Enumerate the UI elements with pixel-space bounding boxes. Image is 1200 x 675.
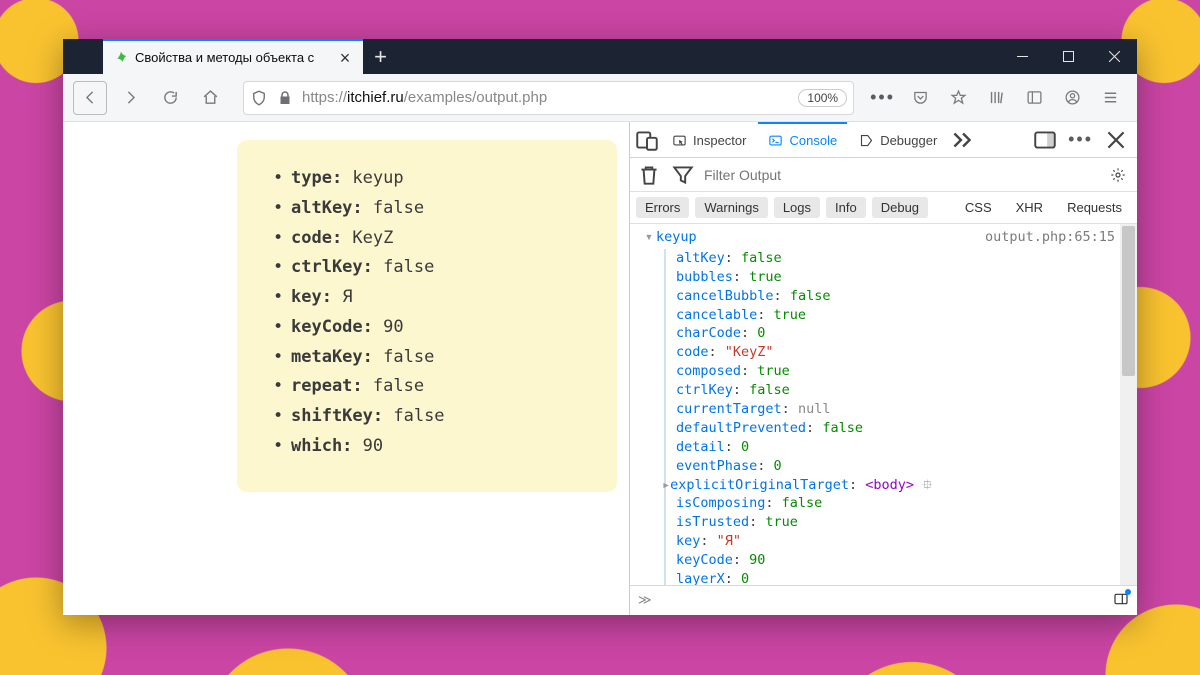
console-property: bubbles: true: [676, 268, 1137, 287]
sidebar-icon[interactable]: [1017, 81, 1051, 115]
console-property: cancelBubble: false: [676, 287, 1137, 306]
browser-window: Свойства и методы объекта с × + https://…: [63, 39, 1137, 615]
event-source-link[interactable]: output.php:65:15: [985, 228, 1137, 247]
event-summary-item: shiftKey: false: [273, 402, 597, 432]
pill-requests[interactable]: Requests: [1058, 197, 1131, 218]
console-property: altKey: false: [676, 249, 1137, 268]
event-summary-item: keyCode: 90: [273, 313, 597, 343]
console-property: composed: true: [676, 362, 1137, 381]
tab-console[interactable]: Console: [758, 122, 847, 158]
split-console-icon[interactable]: [1113, 591, 1129, 611]
bookmark-star-icon[interactable]: [941, 81, 975, 115]
console-property: eventPhase: 0: [676, 457, 1137, 476]
console-output[interactable]: ▾ keyup output.php:65:15 altKey: falsebu…: [630, 224, 1137, 585]
console-property: ▸explicitOriginalTarget: <body> ⯐: [676, 476, 1137, 495]
pill-css[interactable]: CSS: [956, 197, 1001, 218]
tab-debugger[interactable]: Debugger: [849, 122, 947, 158]
pill-errors[interactable]: Errors: [636, 197, 689, 218]
devtools-close-icon[interactable]: [1103, 127, 1129, 153]
url-text: https://itchief.ru/examples/output.php: [302, 89, 790, 106]
event-summary-item: key: Я: [273, 283, 597, 313]
back-button[interactable]: [73, 81, 107, 115]
page-actions-icon[interactable]: •••: [866, 87, 899, 108]
devtools-panel: Inspector Console Debugger ••• Errors: [629, 122, 1137, 615]
chevron-down-icon[interactable]: ▾: [642, 228, 656, 247]
event-summary-item: type: keyup: [273, 164, 597, 194]
menu-icon[interactable]: [1093, 81, 1127, 115]
forward-button[interactable]: [113, 81, 147, 115]
pill-info[interactable]: Info: [826, 197, 866, 218]
zoom-badge[interactable]: 100%: [798, 89, 847, 107]
event-summary-item: metaKey: false: [273, 343, 597, 373]
pill-logs[interactable]: Logs: [774, 197, 820, 218]
library-icon[interactable]: [979, 81, 1013, 115]
tabs-overflow-icon[interactable]: [949, 127, 975, 153]
titlebar: Свойства и методы объекта с × +: [63, 39, 1137, 74]
event-summary-item: code: KeyZ: [273, 224, 597, 254]
console-input-row[interactable]: ≫: [630, 585, 1137, 615]
settings-gear-icon[interactable]: [1105, 162, 1131, 188]
devtools-more-icon[interactable]: •••: [1064, 129, 1097, 150]
event-summary-card: type: keyupaltKey: falsecode: KeyZctrlKe…: [237, 140, 617, 492]
pill-warnings[interactable]: Warnings: [695, 197, 767, 218]
console-prompt-icon: ≫: [638, 593, 652, 608]
console-property: isComposing: false: [676, 494, 1137, 513]
console-property: keyCode: 90: [676, 551, 1137, 570]
event-name: keyup: [656, 228, 697, 247]
console-property: layerX: 0: [676, 570, 1137, 585]
page-viewport[interactable]: type: keyupaltKey: falsecode: KeyZctrlKe…: [63, 122, 629, 615]
filter-input[interactable]: [704, 167, 1097, 183]
close-button[interactable]: [1091, 39, 1137, 74]
pill-xhr[interactable]: XHR: [1007, 197, 1052, 218]
tab-active[interactable]: Свойства и методы объекта с ×: [103, 39, 363, 74]
event-properties: altKey: falsebubbles: truecancelBubble: …: [664, 249, 1137, 585]
event-summary-item: which: 90: [273, 432, 597, 462]
pocket-icon[interactable]: [903, 81, 937, 115]
console-property: isTrusted: true: [676, 513, 1137, 532]
tab-title: Свойства и методы объекта с: [135, 50, 331, 65]
tab-favicon-icon: [113, 50, 129, 66]
console-toolbar: [630, 158, 1137, 192]
event-summary-item: ctrlKey: false: [273, 253, 597, 283]
url-bar[interactable]: https://itchief.ru/examples/output.php 1…: [243, 81, 854, 115]
console-property: key: "Я": [676, 532, 1137, 551]
home-button[interactable]: [193, 81, 227, 115]
console-property: cancelable: true: [676, 306, 1137, 325]
console-property: ctrlKey: false: [676, 381, 1137, 400]
console-property: detail: 0: [676, 438, 1137, 457]
event-summary-item: altKey: false: [273, 194, 597, 224]
reload-button[interactable]: [153, 81, 187, 115]
content-area: type: keyupaltKey: falsecode: KeyZctrlKe…: [63, 122, 1137, 615]
console-property: defaultPrevented: false: [676, 419, 1137, 438]
window-controls: [999, 39, 1137, 74]
responsive-design-icon[interactable]: [634, 127, 660, 153]
console-property: code: "KeyZ": [676, 343, 1137, 362]
tab-inspector[interactable]: Inspector: [662, 122, 756, 158]
lock-icon[interactable]: [276, 89, 294, 107]
tab-close-icon[interactable]: ×: [337, 50, 353, 66]
clear-console-icon[interactable]: [636, 162, 662, 188]
pill-debug[interactable]: Debug: [872, 197, 928, 218]
tab-strip: Свойства и методы объекта с × +: [63, 39, 398, 74]
dock-side-icon[interactable]: [1032, 127, 1058, 153]
console-property: currentTarget: null: [676, 400, 1137, 419]
console-property: charCode: 0: [676, 324, 1137, 343]
new-tab-button[interactable]: +: [363, 39, 398, 74]
navbar: https://itchief.ru/examples/output.php 1…: [63, 74, 1137, 122]
event-summary-item: repeat: false: [273, 372, 597, 402]
tracking-shield-icon[interactable]: [250, 89, 268, 107]
account-icon[interactable]: [1055, 81, 1089, 115]
devtools-tabs: Inspector Console Debugger •••: [630, 122, 1137, 158]
log-filters: Errors Warnings Logs Info Debug CSS XHR …: [630, 192, 1137, 224]
console-scrollbar[interactable]: [1120, 224, 1137, 585]
event-summary-list: type: keyupaltKey: falsecode: KeyZctrlKe…: [273, 164, 597, 462]
minimize-button[interactable]: [999, 39, 1045, 74]
maximize-button[interactable]: [1045, 39, 1091, 74]
filter-icon[interactable]: [670, 162, 696, 188]
